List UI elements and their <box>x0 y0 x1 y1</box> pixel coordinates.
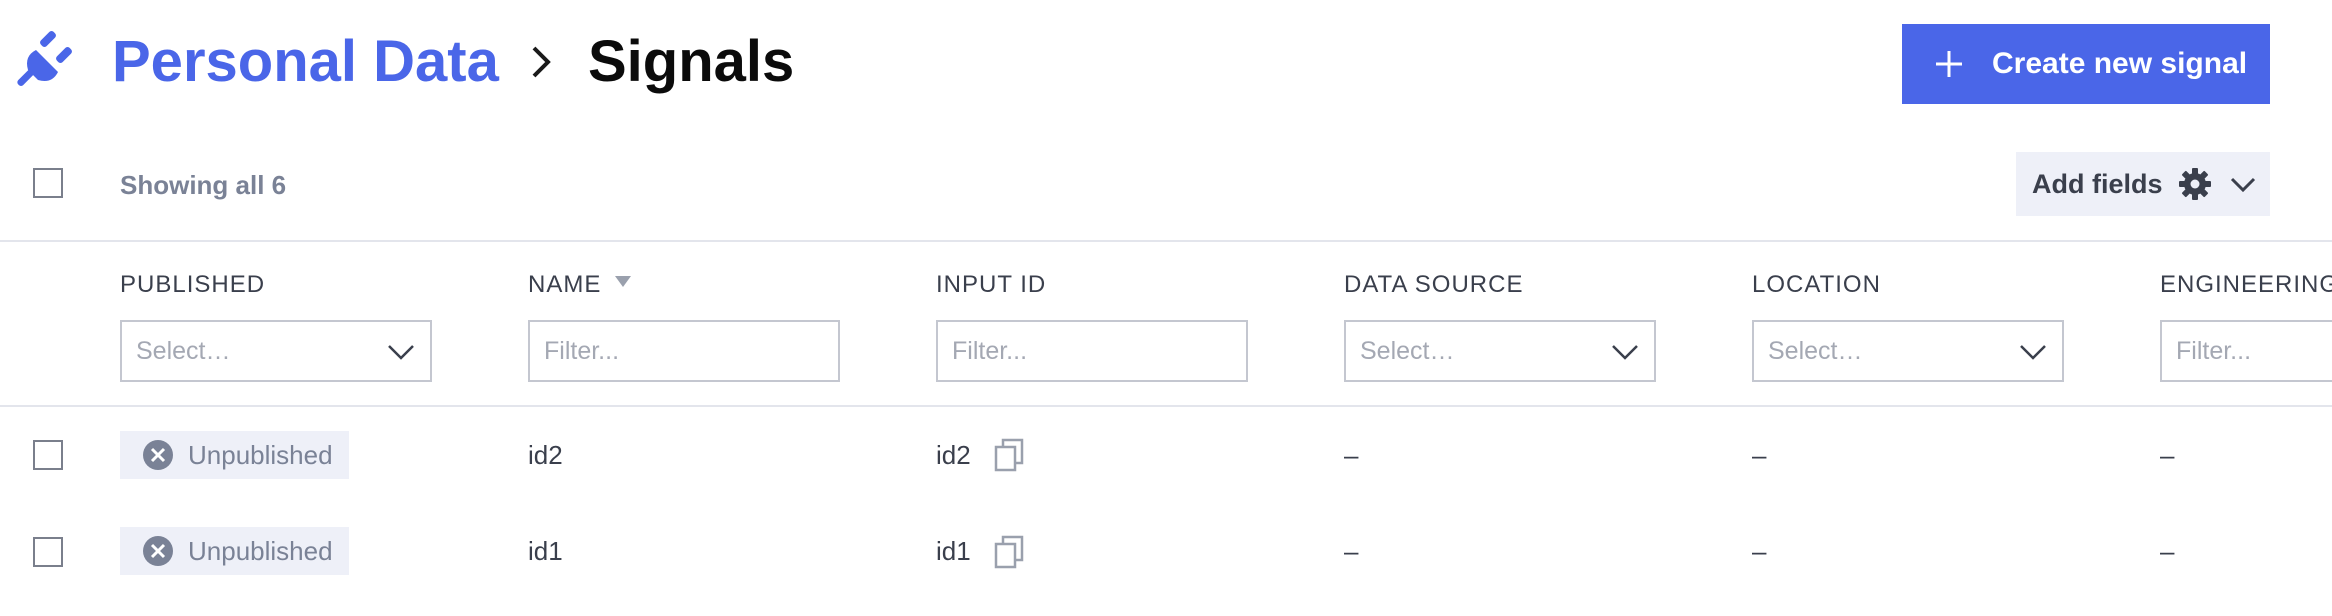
close-circle-icon <box>143 536 173 566</box>
create-signal-button[interactable]: Create new signal <box>1902 24 2270 104</box>
column-header-engineering[interactable]: ENGINEERING I <box>2160 270 2332 300</box>
copy-icon[interactable] <box>994 535 1024 569</box>
close-circle-icon <box>143 440 173 470</box>
chevron-down-icon <box>2230 177 2255 193</box>
row-data-source: – <box>1344 440 1359 470</box>
column-header-location[interactable]: LOCATION <box>1752 270 1881 300</box>
chevron-down-icon <box>2020 345 2046 360</box>
row-location: – <box>1752 440 1767 470</box>
page-title: Signals <box>588 29 795 94</box>
row-checkbox[interactable] <box>33 440 63 470</box>
status-badge: Unpublished <box>120 431 349 479</box>
plus-icon <box>1936 51 1962 77</box>
row-input-id: id2 <box>936 440 971 470</box>
row-name[interactable]: id2 <box>528 439 563 471</box>
name-filter-input[interactable] <box>528 320 840 382</box>
row-engineering: – <box>2160 440 2175 470</box>
select-all-checkbox[interactable] <box>33 168 63 198</box>
gear-icon <box>2178 168 2211 200</box>
copy-icon[interactable] <box>994 438 1024 472</box>
row-input-id: id1 <box>936 536 971 566</box>
engineering-filter-input[interactable] <box>2160 320 2332 382</box>
row-engineering: – <box>2160 536 2175 566</box>
column-header-name[interactable]: NAME <box>528 270 601 300</box>
row-name[interactable]: id1 <box>528 535 563 567</box>
add-fields-button[interactable]: Add fields <box>2016 152 2270 216</box>
row-data-source: – <box>1344 536 1359 566</box>
sort-descending-icon[interactable] <box>614 275 632 289</box>
results-count: Showing all 6 <box>120 170 287 200</box>
create-signal-label: Create new signal <box>1992 47 2248 80</box>
data-source-select-value: Select… <box>1360 336 1455 365</box>
status-badge: Unpublished <box>120 527 349 575</box>
location-select[interactable]: Select… <box>1752 320 2064 382</box>
published-select-value: Select… <box>136 336 231 365</box>
status-label: Unpublished <box>188 439 333 470</box>
divider <box>0 240 2332 242</box>
data-source-select[interactable]: Select… <box>1344 320 1656 382</box>
add-fields-label: Add fields <box>2032 168 2163 199</box>
status-label: Unpublished <box>188 535 333 566</box>
published-select[interactable]: Select… <box>120 320 432 382</box>
row-location: – <box>1752 536 1767 566</box>
divider <box>0 405 2332 407</box>
column-header-input-id[interactable]: INPUT ID <box>936 270 1046 300</box>
location-select-value: Select… <box>1768 336 1863 365</box>
plug-icon <box>17 31 72 86</box>
breadcrumb-parent[interactable]: Personal Data <box>112 24 499 100</box>
column-header-published[interactable]: PUBLISHED <box>120 270 265 300</box>
chevron-down-icon <box>388 345 414 360</box>
chevron-down-icon <box>1612 345 1638 360</box>
column-header-data-source[interactable]: DATA SOURCE <box>1344 270 1523 300</box>
chevron-right-icon <box>532 46 551 78</box>
input-id-filter-input[interactable] <box>936 320 1248 382</box>
row-checkbox[interactable] <box>33 537 63 567</box>
